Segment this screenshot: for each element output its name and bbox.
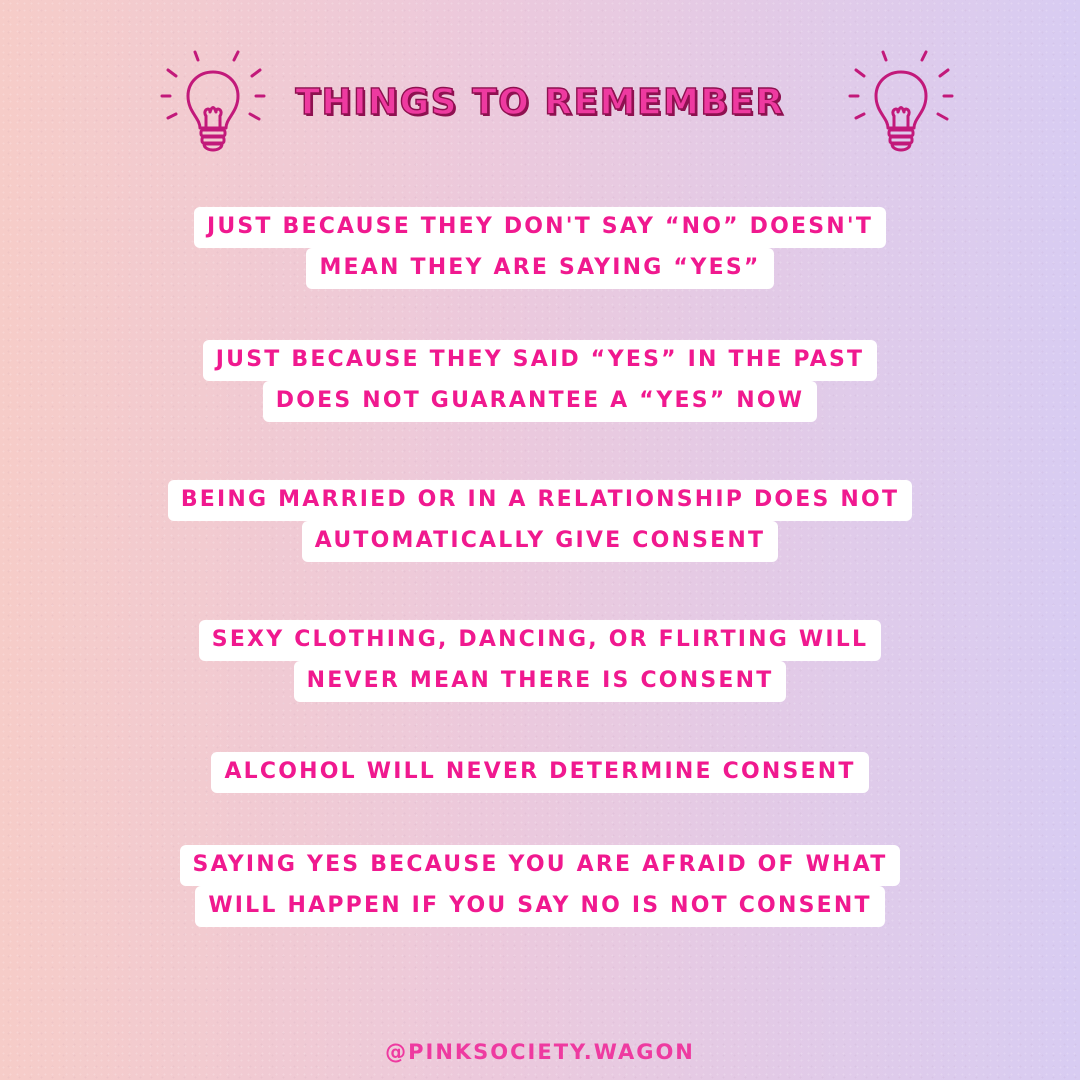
- social-handle: @PINKSOCIETY.WAGON: [385, 1040, 695, 1064]
- reminder-item-3: BEING MARRIED OR IN A RELATIONSHIP DOES …: [0, 480, 1080, 562]
- reminder-line: BEING MARRIED OR IN A RELATIONSHIP DOES …: [167, 480, 913, 521]
- reminder-line: AUTOMATICALLY GIVE CONSENT: [301, 521, 779, 562]
- reminder-line: MEAN THEY ARE SAYING “YES”: [306, 248, 774, 289]
- reminder-item-1: JUST BECAUSE THEY DON'T SAY “NO” DOESN'T…: [0, 207, 1080, 289]
- reminder-line: JUST BECAUSE THEY DON'T SAY “NO” DOESN'T: [193, 207, 887, 248]
- reminder-item-4: SEXY CLOTHING, DANCING, OR FLIRTING WILL…: [0, 620, 1080, 702]
- reminder-line: WILL HAPPEN IF YOU SAY NO IS NOT CONSENT: [195, 886, 885, 927]
- reminder-line: NEVER MEAN THERE IS CONSENT: [293, 661, 787, 702]
- reminder-item-5: ALCOHOL WILL NEVER DETERMINE CONSENT: [0, 752, 1080, 793]
- reminder-line: SAYING YES BECAUSE YOU ARE AFRAID OF WHA…: [179, 845, 901, 886]
- reminder-item-2: JUST BECAUSE THEY SAID “YES” IN THE PAST…: [0, 340, 1080, 422]
- reminder-line: SEXY CLOTHING, DANCING, OR FLIRTING WILL: [198, 620, 882, 661]
- reminder-line: JUST BECAUSE THEY SAID “YES” IN THE PAST: [202, 340, 878, 381]
- reminder-line: DOES NOT GUARANTEE A “YES” NOW: [262, 381, 818, 422]
- reminder-line: ALCOHOL WILL NEVER DETERMINE CONSENT: [211, 752, 869, 793]
- reminder-item-6: SAYING YES BECAUSE YOU ARE AFRAID OF WHA…: [0, 845, 1080, 927]
- page-title: THINGS TO REMEMBER: [295, 81, 785, 123]
